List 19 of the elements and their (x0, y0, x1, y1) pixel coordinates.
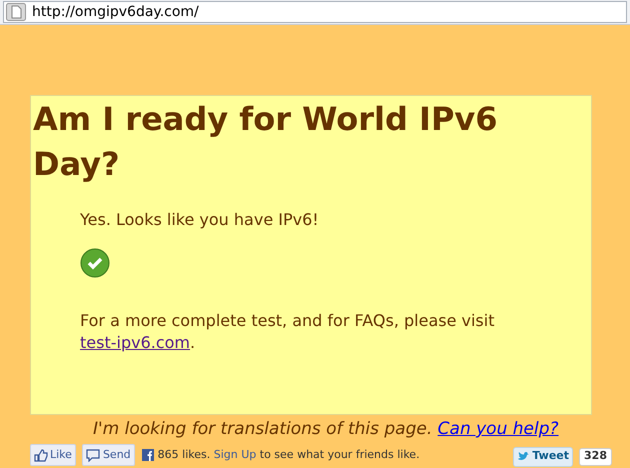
send-button[interactable]: Send (82, 444, 135, 466)
bird-icon (517, 451, 532, 462)
tweet-button[interactable]: Tweet (513, 446, 574, 466)
facebook-logo-icon (142, 449, 154, 461)
page-heading: Am I ready for World IPv6 Day? (32, 99, 499, 185)
info-text: For a more complete test, and for FAQs, please visit test-ipv6.com. (80, 310, 496, 354)
test-link[interactable]: test-ipv6.com (80, 333, 190, 352)
address-field[interactable]: http://omgipv6day.com/ (3, 1, 627, 23)
page-icon (6, 3, 26, 21)
speech-bubble-icon (86, 448, 100, 462)
sign-up-link[interactable]: Sign Up (214, 448, 256, 461)
thumbs-up-icon (34, 448, 48, 462)
tweet-count: 328 (579, 448, 612, 466)
likes-text: 865 likes. Sign Up to see what your friends like. (158, 446, 420, 463)
help-link[interactable]: Can you help? (438, 419, 559, 439)
like-button[interactable]: Like (30, 444, 76, 466)
url-text: http://omgipv6day.com/ (32, 2, 199, 22)
result-message: Yes. Looks like you have IPv6! (80, 209, 320, 231)
translation-text: I'm looking for translations of this page. Can you help? (93, 418, 560, 441)
